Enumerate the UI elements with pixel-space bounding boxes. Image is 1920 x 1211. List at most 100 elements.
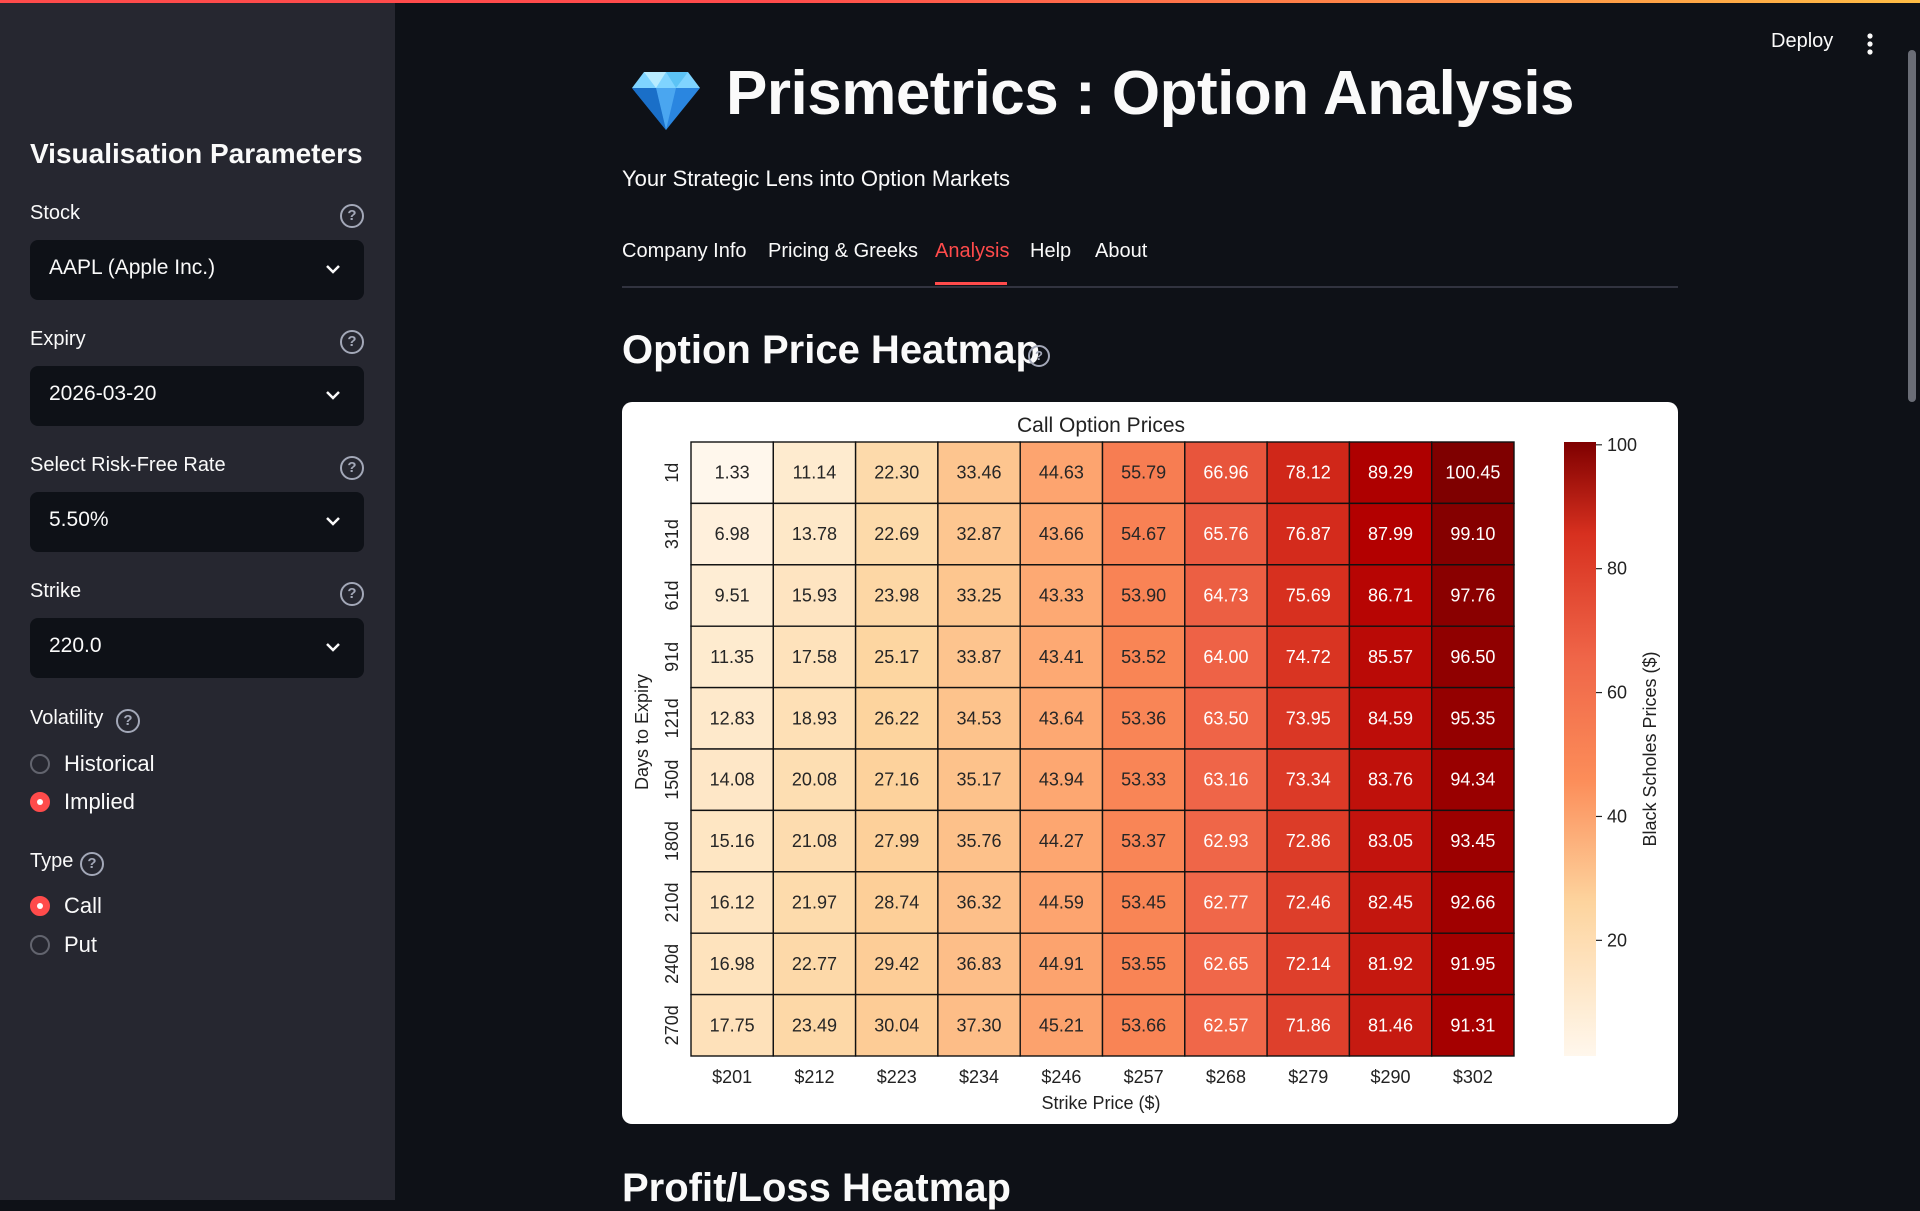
y-tick-label: 210d bbox=[662, 882, 682, 922]
colorbar-tick-label: 80 bbox=[1607, 559, 1627, 579]
heatmap-cell-label: 11.35 bbox=[710, 647, 754, 667]
question-circle-icon[interactable]: ? bbox=[116, 709, 140, 733]
heatmap-cell-label: 21.08 bbox=[792, 831, 837, 851]
tab-help[interactable]: Help bbox=[1030, 240, 1071, 263]
heatmap-cell-label: 62.65 bbox=[1203, 954, 1248, 974]
heatmap-cell-label: 27.16 bbox=[874, 770, 919, 790]
strike-select-value: 220.0 bbox=[49, 634, 102, 657]
heatmap-cell-label: 13.78 bbox=[792, 524, 837, 544]
heatmap-cell-label: 23.49 bbox=[792, 1015, 837, 1035]
heatmap-cell-label: 20.08 bbox=[792, 770, 837, 790]
radio-circle bbox=[30, 935, 50, 955]
kebab-menu-icon[interactable] bbox=[1866, 32, 1874, 56]
y-tick-label: 150d bbox=[662, 760, 682, 800]
radio-type-call[interactable]: Call bbox=[30, 892, 102, 920]
radio-circle bbox=[30, 754, 50, 774]
heatmap-cell-label: 71.86 bbox=[1286, 1015, 1331, 1035]
question-circle-icon[interactable]: ? bbox=[80, 852, 104, 876]
heatmap-cell-label: 100.45 bbox=[1445, 463, 1500, 483]
heatmap-cell-label: 30.04 bbox=[874, 1015, 919, 1035]
stock-label: Stock bbox=[30, 202, 81, 224]
heatmap-cell-label: 43.41 bbox=[1039, 647, 1084, 667]
heatmap-cell-label: 43.64 bbox=[1039, 708, 1084, 728]
tab-about[interactable]: About bbox=[1095, 240, 1147, 263]
heatmap-cell-label: 17.58 bbox=[792, 647, 837, 667]
question-circle-icon[interactable]: ? bbox=[340, 582, 364, 606]
tab-analysis[interactable]: Analysis bbox=[935, 240, 1009, 263]
y-tick-label: 1d bbox=[662, 463, 682, 483]
heatmap-cell-label: 1.33 bbox=[715, 463, 750, 483]
heatmap-cell-label: 63.50 bbox=[1203, 708, 1248, 728]
heatmap-cell-label: 75.69 bbox=[1286, 586, 1331, 606]
heatmap-cell-label: 72.46 bbox=[1286, 893, 1331, 913]
heatmap-cell-label: 35.17 bbox=[957, 770, 1002, 790]
question-circle-icon[interactable]: ? bbox=[340, 456, 364, 480]
heatmap-cell-label: 32.87 bbox=[957, 524, 1002, 544]
top-decoration-bar bbox=[0, 0, 1920, 3]
heatmap-cell-label: 74.72 bbox=[1286, 647, 1331, 667]
stock-select-value: AAPL (Apple Inc.) bbox=[49, 256, 216, 279]
heatmap-cell-label: 54.67 bbox=[1121, 524, 1166, 544]
heatmap-cell-label: 99.10 bbox=[1450, 524, 1495, 544]
heatmap-cell-label: 81.46 bbox=[1368, 1015, 1413, 1035]
x-tick-label: $234 bbox=[959, 1067, 999, 1087]
heatmap-cell-label: 18.93 bbox=[792, 708, 837, 728]
tab-pricing-greeks[interactable]: Pricing & Greeks bbox=[768, 240, 918, 263]
heatmap-cell-label: 15.16 bbox=[710, 831, 755, 851]
heatmap-cell-label: 85.57 bbox=[1368, 647, 1413, 667]
radio-circle-checked bbox=[30, 792, 50, 812]
colorbar-tick-label: 100 bbox=[1607, 435, 1637, 455]
x-tick-label: $302 bbox=[1453, 1067, 1493, 1087]
heatmap-cell-label: 29.42 bbox=[874, 954, 919, 974]
volatility-label: Volatility bbox=[30, 707, 104, 729]
expiry-select-value: 2026-03-20 bbox=[49, 382, 157, 405]
question-circle-icon[interactable]: ? bbox=[340, 330, 364, 354]
heatmap-cell-label: 82.45 bbox=[1368, 893, 1413, 913]
heatmap-cell-label: 9.51 bbox=[715, 586, 750, 606]
heatmap-cell-label: 86.71 bbox=[1368, 586, 1413, 606]
radio-label: Put bbox=[64, 932, 98, 957]
radio-volatility-implied[interactable]: Implied bbox=[30, 788, 135, 816]
risk-free-select-value: 5.50% bbox=[49, 508, 109, 531]
heatmap-cell-label: 17.75 bbox=[710, 1015, 755, 1035]
heatmap-cell-label: 94.34 bbox=[1450, 770, 1495, 790]
heatmap-cell-label: 72.86 bbox=[1286, 831, 1331, 851]
expiry-select[interactable]: 2026-03-20 bbox=[30, 366, 364, 426]
heatmap-cell-label: 45.21 bbox=[1039, 1015, 1084, 1035]
active-tab-indicator bbox=[935, 282, 1007, 285]
y-tick-label: 61d bbox=[662, 580, 682, 610]
stock-select[interactable]: AAPL (Apple Inc.) bbox=[30, 240, 364, 300]
section-title-option-price-heatmap: Option Price Heatmap bbox=[622, 328, 1040, 372]
heatmap-cell-label: 91.95 bbox=[1450, 954, 1495, 974]
scrollbar[interactable] bbox=[1908, 50, 1916, 402]
section-title-profit-loss-heatmap: Profit/Loss Heatmap bbox=[622, 1166, 1011, 1210]
heatmap-cell-label: 43.33 bbox=[1039, 586, 1084, 606]
heatmap-cell-label: 62.57 bbox=[1203, 1015, 1248, 1035]
page-title: Prismetrics : Option Analysis bbox=[726, 59, 1575, 128]
tab-company-info[interactable]: Company Info bbox=[622, 240, 747, 263]
heatmap-cell-label: 33.25 bbox=[957, 586, 1002, 606]
heatmap-cell-label: 15.93 bbox=[792, 586, 837, 606]
question-circle-icon[interactable]: ? bbox=[340, 204, 364, 228]
radio-volatility-historical[interactable]: Historical bbox=[30, 750, 154, 778]
question-circle-icon[interactable]: ? bbox=[1028, 345, 1050, 367]
deploy-button[interactable]: Deploy bbox=[1771, 30, 1833, 53]
heatmap-cell-label: 78.12 bbox=[1286, 463, 1331, 483]
risk-free-select[interactable]: 5.50% bbox=[30, 492, 364, 552]
y-tick-label: 270d bbox=[662, 1005, 682, 1045]
radio-label: Call bbox=[64, 893, 102, 918]
x-tick-label: $212 bbox=[794, 1067, 834, 1087]
heatmap-cell-label: 53.90 bbox=[1121, 586, 1166, 606]
heatmap-cell-label: 83.76 bbox=[1368, 770, 1413, 790]
heatmap-cell-label: 44.27 bbox=[1039, 831, 1084, 851]
heatmap-cell-label: 22.69 bbox=[874, 524, 919, 544]
heatmap-cell-label: 44.91 bbox=[1039, 954, 1084, 974]
heatmap-cell-label: 89.29 bbox=[1368, 463, 1413, 483]
heatmap-cell-label: 23.98 bbox=[874, 586, 919, 606]
y-tick-label: 31d bbox=[662, 519, 682, 549]
strike-select[interactable]: 220.0 bbox=[30, 618, 364, 678]
heatmap-cell-label: 33.87 bbox=[957, 647, 1002, 667]
heatmap-cell-label: 62.77 bbox=[1203, 893, 1248, 913]
radio-type-put[interactable]: Put bbox=[30, 931, 97, 959]
x-tick-label: $279 bbox=[1288, 1067, 1328, 1087]
